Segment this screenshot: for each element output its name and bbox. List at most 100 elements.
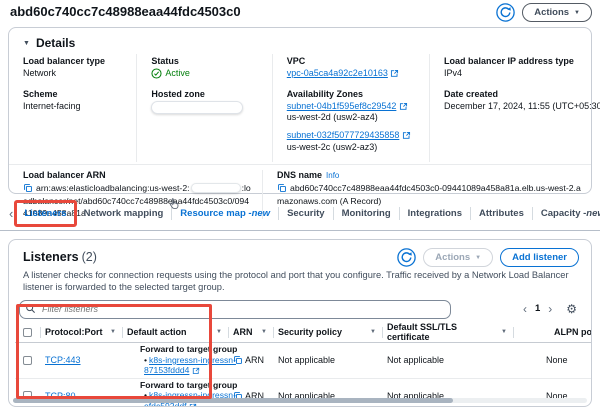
scheme-value: Internet-facing <box>23 101 128 113</box>
column-label: ALPN policy <box>554 327 592 337</box>
row-checkbox[interactable] <box>23 356 32 365</box>
page-number: 1 <box>535 303 540 314</box>
status-value: Active <box>165 68 190 80</box>
tab-label: Attributes <box>479 208 524 219</box>
column-label: Security policy <box>278 327 342 337</box>
column-header-arn[interactable]: ARN ▼ <box>229 323 274 342</box>
column-header-ssl-certificate[interactable]: Default SSL/TLS certificate ▼ <box>383 323 514 342</box>
dns-label: DNS name <box>277 170 322 180</box>
target-group-link[interactable]: k8s-ingressn-ingressn-87153fddd4 <box>144 355 236 375</box>
refresh-button[interactable] <box>496 3 515 22</box>
page-title: abd60c740cc7c48988eaa44fdc4503c0 <box>10 4 241 19</box>
tab-network-mapping[interactable]: Network mapping <box>76 197 172 230</box>
copy-icon[interactable] <box>233 355 243 365</box>
listeners-actions-button[interactable]: Actions ▼ <box>423 248 493 267</box>
listeners-title: Listeners <box>23 250 79 264</box>
actions-button[interactable]: Actions ▼ <box>522 3 592 22</box>
listeners-actions-label: Actions <box>435 252 470 263</box>
actions-button-label: Actions <box>534 7 569 18</box>
ssl-certificate-cell: Not applicable <box>383 343 514 378</box>
tab-capacity[interactable]: Capacity - new <box>533 197 600 230</box>
add-listener-button[interactable]: Add listener <box>500 248 579 267</box>
details-column-1: Load balancer type Network Scheme Intern… <box>9 54 136 162</box>
tab-integrations[interactable]: Integrations <box>400 197 470 230</box>
protocol-port-cell: TCP:443 <box>41 343 123 378</box>
column-header-security-policy[interactable]: Security policy ▼ <box>274 323 383 342</box>
az-zone-text: us-west-2c (usw2-az3) <box>287 142 378 152</box>
table-preferences-gear-icon[interactable]: ⚙ <box>566 302 577 316</box>
listeners-header: Listeners(2) Actions ▼ Add listener <box>9 240 591 267</box>
field-ip-type: Load balancer IP address type IPv4 <box>444 56 583 80</box>
caret-down-icon: ▼ <box>475 255 481 261</box>
subnet-link[interactable]: subnet-032f5077729435858 <box>287 130 400 140</box>
select-all-checkbox[interactable] <box>23 328 32 337</box>
vpc-link[interactable]: vpc-0a5ca4a92c2e10163 <box>287 68 388 78</box>
tab-monitoring[interactable]: Monitoring <box>334 197 399 230</box>
external-link-icon <box>402 131 411 140</box>
arn-text-prefix: arn:aws:elasticloadbalancing:us-west-2: <box>36 183 190 193</box>
tabs: Listeners Network mapping Resource map -… <box>16 197 600 230</box>
tab-label: Resource map - <box>180 208 251 219</box>
details-column-4: Load balancer IP address type IPv4 Date … <box>429 54 591 162</box>
column-header-default-action[interactable]: Default action ▼ <box>123 323 229 342</box>
horizontal-scrollbar-thumb[interactable] <box>13 398 453 403</box>
details-header[interactable]: ▼ Details <box>9 28 591 54</box>
bullet-icon: • <box>144 355 147 365</box>
date-created-label: Date created <box>444 89 583 99</box>
listeners-title-group: Listeners(2) <box>23 248 97 266</box>
az-item: subnet-032f5077729435858 us-west-2c (usw… <box>287 130 421 153</box>
tab-security[interactable]: Security <box>279 197 333 230</box>
tab-label: Security <box>287 208 325 219</box>
field-availability-zones: Availability Zones subnet-04b1f595ef8c29… <box>287 89 421 154</box>
tab-resource-map[interactable]: Resource map - new <box>172 197 278 230</box>
listeners-buttons: Actions ▼ Add listener <box>397 248 579 267</box>
copy-icon[interactable] <box>277 183 287 193</box>
column-header-alpn-policy[interactable]: ALPN policy <box>514 323 592 342</box>
field-date-created: Date created December 17, 2024, 11:55 (U… <box>444 89 583 113</box>
column-label: Default action <box>127 327 187 337</box>
sort-caret-icon: ▼ <box>261 329 267 335</box>
listener-link[interactable]: TCP:443 <box>45 355 81 365</box>
external-link-icon <box>192 367 200 375</box>
forward-action-title: Forward to target group <box>140 344 237 354</box>
sort-caret-icon: ▼ <box>110 329 116 335</box>
collapse-caret-icon: ▼ <box>23 40 30 47</box>
az-zone-text: us-west-2d (usw2-az4) <box>287 112 378 122</box>
search-icon <box>25 303 36 314</box>
caret-down-icon: ▼ <box>574 10 580 16</box>
subnet-link[interactable]: subnet-04b1f595ef8c29542 <box>287 101 397 111</box>
tab-label: Integrations <box>408 208 462 219</box>
external-link-icon <box>399 102 408 111</box>
elb-detail-page: abd60c740cc7c48988eaa44fdc4503c0 Actions… <box>0 0 600 410</box>
filter-listeners-input[interactable] <box>19 300 451 319</box>
field-status: Status Active <box>151 56 263 80</box>
previous-page-icon[interactable]: ‹ <box>523 302 527 316</box>
row-select-cell <box>15 343 41 378</box>
listeners-description: A listener checks for connection request… <box>9 267 587 293</box>
table-row: TCP:443 Forward to target group •k8s-ing… <box>15 343 592 378</box>
ip-type-value: IPv4 <box>444 68 583 80</box>
horizontal-scrollbar-track[interactable] <box>13 398 587 403</box>
refresh-listeners-button[interactable] <box>397 248 416 267</box>
tab-attributes[interactable]: Attributes <box>471 197 532 230</box>
column-header-protocol-port[interactable]: Protocol:Port ▼ <box>41 323 123 342</box>
field-lb-type: Load balancer type Network <box>23 56 128 80</box>
account-id-redacted <box>191 183 241 193</box>
alpn-policy-cell: None <box>514 343 592 378</box>
az-item: subnet-04b1f595ef8c29542 us-west-2d (usw… <box>287 101 421 124</box>
security-policy-cell: Not applicable <box>274 343 383 378</box>
listeners-count: (2) <box>82 250 97 264</box>
field-scheme: Scheme Internet-facing <box>23 89 128 113</box>
external-link-icon <box>390 69 399 78</box>
tab-listeners[interactable]: Listeners <box>16 197 74 230</box>
page-actions: Actions ▼ <box>496 3 592 22</box>
next-page-icon[interactable]: › <box>548 302 552 316</box>
status-label: Status <box>151 56 263 66</box>
copy-icon[interactable] <box>23 183 33 193</box>
field-vpc: VPC vpc-0a5ca4a92c2e10163 <box>287 56 421 80</box>
info-link[interactable]: Info <box>326 171 339 180</box>
lb-type-label: Load balancer type <box>23 56 128 66</box>
filter-input-wrap <box>19 299 451 319</box>
tabs-scroll-left-icon[interactable]: ‹ <box>6 207 16 220</box>
external-link-icon <box>189 403 197 407</box>
